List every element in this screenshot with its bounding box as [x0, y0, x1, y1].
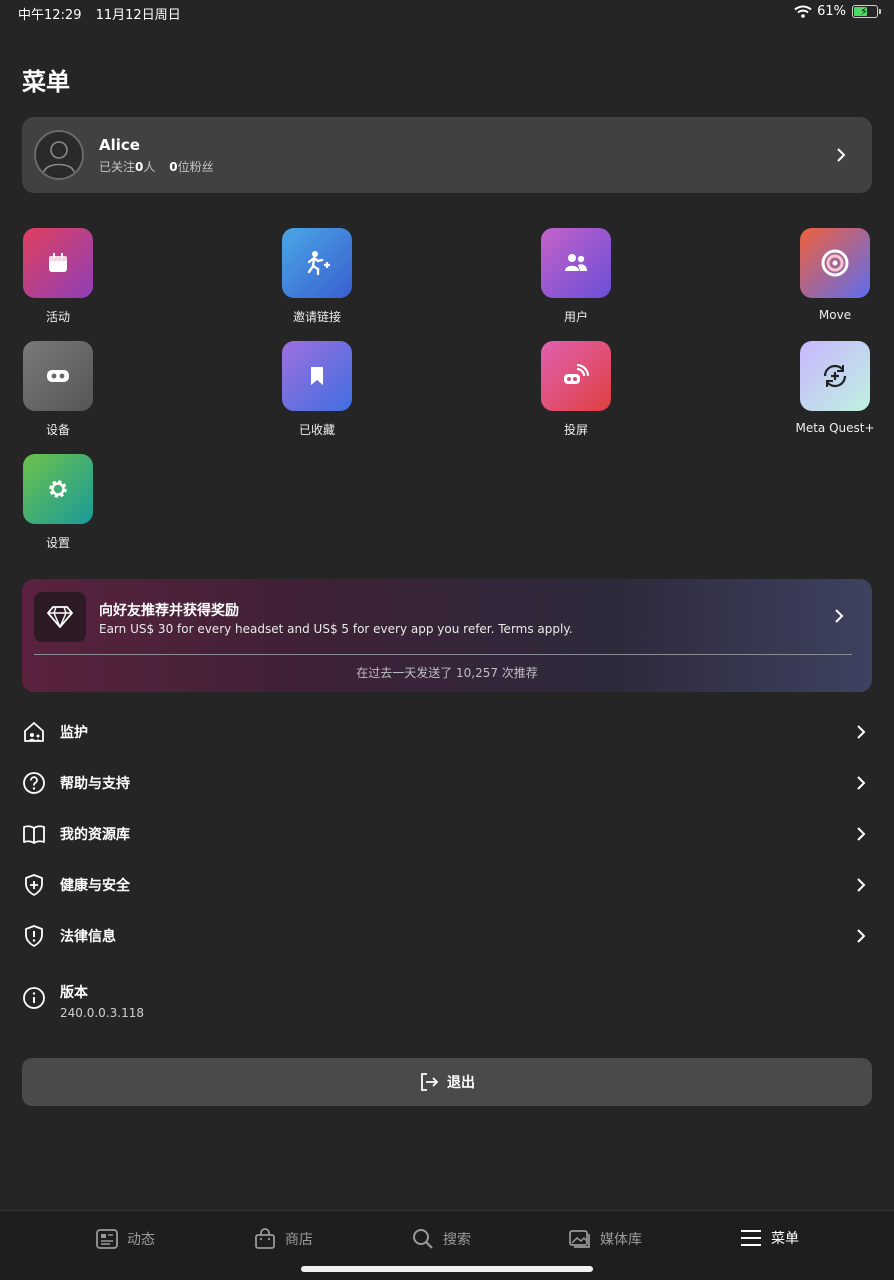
chevron-right-icon: [857, 775, 866, 790]
nav-item-media-library[interactable]: 媒体库: [569, 1228, 642, 1250]
nav-label-menu: 菜单: [771, 1231, 799, 1247]
headset-icon: [23, 341, 93, 411]
nav-item-store[interactable]: 商店: [254, 1228, 313, 1250]
menu-item-legal[interactable]: 法律信息: [0, 910, 894, 961]
menu-item-help[interactable]: 帮助与支持: [0, 757, 894, 808]
help-icon: [23, 771, 45, 794]
menu-item-library[interactable]: 我的资源库: [0, 808, 894, 859]
referral-title: 向好友推荐并获得奖励: [99, 603, 239, 619]
chevron-right-icon: [857, 724, 866, 739]
referral-description: Earn US$ 30 for every headset and US$ 5 …: [99, 622, 573, 636]
profile-stats: 已关注0人 0位粉丝: [99, 159, 214, 174]
nav-item-menu[interactable]: 菜单: [740, 1228, 799, 1248]
battery-icon: ⚡: [852, 5, 881, 18]
bookmark-icon: [282, 341, 352, 411]
info-icon: [23, 987, 45, 1009]
store-icon: [255, 1228, 275, 1249]
profile-card[interactable]: Alice 已关注0人 0位粉丝: [22, 117, 872, 193]
app-label-saved: 已收藏: [298, 423, 335, 437]
page-title: 菜单: [22, 68, 70, 96]
referral-count: 在过去一天发送了 10,257 次推荐: [356, 666, 538, 680]
menu-icon: [741, 1230, 761, 1246]
diamond-icon: [34, 592, 86, 642]
app-tile-move[interactable]: Move: [775, 228, 894, 322]
app-label-activity: 活动: [45, 310, 70, 324]
menu-label-supervision: 监护: [60, 724, 88, 741]
app-label-invite-link: 邀请链接: [292, 310, 341, 324]
status-time: 中午12:29: [18, 8, 82, 23]
app-tile-invite-link[interactable]: 邀请链接: [257, 228, 377, 325]
calendar-icon: [23, 228, 93, 298]
avatar: [34, 130, 84, 180]
search-icon: [413, 1229, 433, 1249]
battery-percent: 61%: [817, 4, 846, 19]
version-number: 240.0.0.3.118: [60, 1006, 144, 1020]
app-label-devices: 设备: [45, 423, 70, 437]
nav-item-search[interactable]: 搜索: [412, 1228, 471, 1250]
app-label-users: 用户: [563, 310, 588, 324]
chevron-right-icon: [857, 877, 866, 892]
status-bar: 中午12:29 11月12日周日 61% ⚡: [0, 0, 894, 26]
menu-label-library: 我的资源库: [60, 826, 130, 843]
app-tile-saved[interactable]: 已收藏: [257, 341, 377, 438]
app-tile-cast[interactable]: 投屏: [516, 341, 636, 438]
logout-icon: [421, 1073, 439, 1091]
app-tile-activity[interactable]: 活动: [0, 228, 118, 325]
chevron-right-icon: [857, 826, 866, 841]
app-label-meta-quest-plus: Meta Quest+: [795, 421, 875, 435]
nav-label-media-library: 媒体库: [600, 1232, 642, 1248]
person-add-icon: [282, 228, 352, 298]
nav-item-feed[interactable]: 动态: [96, 1228, 155, 1250]
version-label: 版本: [60, 985, 88, 1001]
divider: [34, 654, 852, 655]
app-tile-users[interactable]: 用户: [516, 228, 636, 325]
shield-plus-icon: [25, 873, 43, 896]
quest-plus-icon: [800, 341, 870, 411]
chevron-right-icon: [837, 148, 846, 162]
menu-label-legal: 法律信息: [60, 928, 116, 945]
media-library-icon: [569, 1230, 590, 1248]
chevron-right-icon: [835, 609, 844, 623]
status-date: 11月12日周日: [95, 8, 181, 23]
chevron-right-icon: [857, 928, 866, 943]
app-label-cast: 投屏: [563, 423, 588, 437]
people-icon: [541, 228, 611, 298]
feed-icon: [96, 1229, 118, 1249]
shield-alert-icon: [25, 924, 43, 947]
menu-label-help: 帮助与支持: [60, 775, 130, 792]
nav-label-store: 商店: [285, 1232, 313, 1248]
home-indicator: [301, 1266, 593, 1272]
wifi-icon: [794, 5, 812, 18]
menu-label-health-safety: 健康与安全: [60, 877, 130, 894]
app-tile-settings[interactable]: 设置: [0, 454, 118, 551]
book-icon: [23, 824, 45, 844]
menu-item-health-safety[interactable]: 健康与安全: [0, 859, 894, 910]
referral-banner[interactable]: 向好友推荐并获得奖励 Earn US$ 30 for every headset…: [22, 579, 872, 692]
logout-label: 退出: [447, 1075, 475, 1091]
app-tile-devices[interactable]: 设备: [0, 341, 118, 438]
nav-label-feed: 动态: [127, 1232, 155, 1248]
menu-item-version: 版本 240.0.0.3.118: [0, 972, 894, 1024]
menu-screen: 中午12:29 11月12日周日 61% ⚡ 菜单 Alice 已关注0人 0位…: [0, 0, 894, 1280]
app-label-move: Move: [818, 308, 852, 322]
logout-button[interactable]: 退出: [22, 1058, 872, 1106]
app-tile-meta-quest-plus[interactable]: Meta Quest+: [775, 341, 894, 435]
app-label-settings: 设置: [45, 536, 70, 550]
profile-name: Alice: [99, 135, 140, 154]
menu-item-supervision[interactable]: 监护: [0, 706, 894, 757]
gear-icon: [23, 454, 93, 524]
nav-label-search: 搜索: [443, 1232, 471, 1248]
parental-supervision-icon: [24, 721, 44, 742]
cast-icon: [541, 341, 611, 411]
move-ring-icon: [800, 228, 870, 298]
